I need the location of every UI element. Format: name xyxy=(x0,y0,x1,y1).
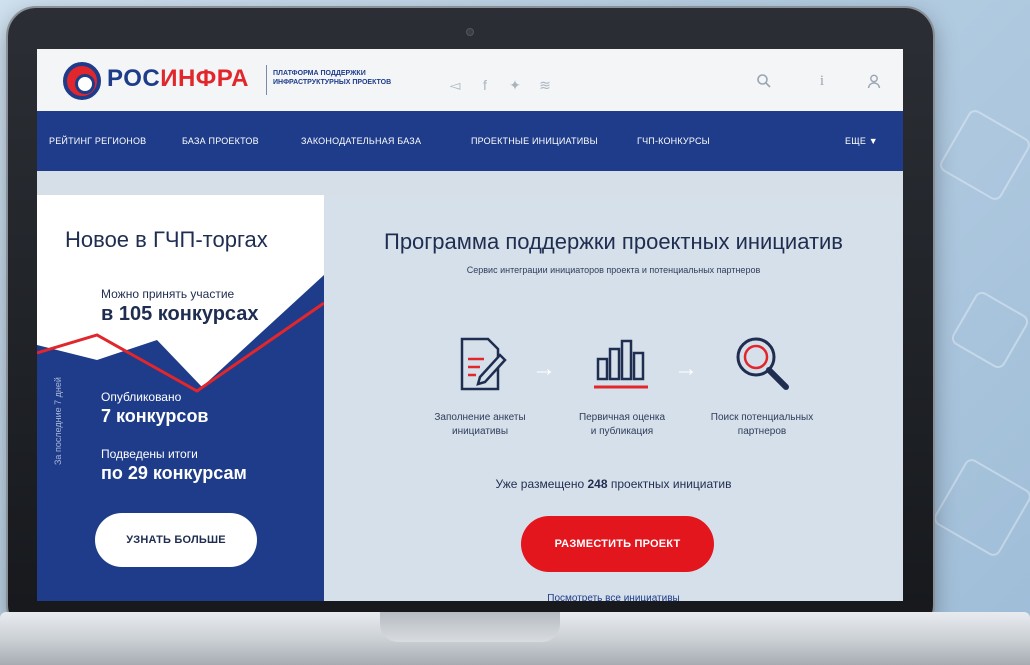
facebook-icon[interactable]: f xyxy=(477,77,493,94)
can-join-value: в 105 конкурсах xyxy=(101,303,259,325)
background-hexagon xyxy=(949,289,1030,371)
initiatives-panel: Программа поддержки проектных инициатив … xyxy=(324,195,903,601)
site-header: РОСИНФРА ПЛАТФОРМА ПОДДЕРЖКИ ИНФРАСТРУКТ… xyxy=(37,49,903,111)
posted-count-text: Уже размещено 248 проектных инициатив xyxy=(324,477,903,491)
logo-mark-icon[interactable] xyxy=(63,62,101,100)
panel-title: Новое в ГЧП-торгах xyxy=(65,227,268,252)
step-label-line: Поиск потенциальных xyxy=(710,412,814,423)
form-edit-icon xyxy=(450,333,510,393)
step-label-line: Заполнение анкеты xyxy=(434,412,526,423)
search-icon[interactable] xyxy=(755,73,773,91)
twitter-icon[interactable]: ✦ xyxy=(507,77,523,94)
logo-subtitle-line1: ПЛАТФОРМА ПОДДЕРЖКИ xyxy=(273,70,366,77)
step-label-evaluation: Первичная оценка и публикация xyxy=(552,411,692,439)
nav-item-ppp-tenders[interactable]: ГЧП-КОНКУРСЫ xyxy=(637,136,710,146)
background-hexagon xyxy=(937,107,1030,203)
initiatives-title: Программа поддержки проектных инициатив xyxy=(384,229,843,254)
nav-more-button[interactable]: ЕЩЕ ▼ xyxy=(845,136,878,146)
posted-suffix: проектных инициатив xyxy=(610,477,732,491)
ppp-tenders-panel: Новое в ГЧП-торгах Можно принять участие… xyxy=(37,195,324,601)
nav-item-regions-rating[interactable]: РЕЙТИНГ РЕГИОНОВ xyxy=(49,136,146,146)
published-value: 7 конкурсов xyxy=(101,406,209,426)
triangle-down-icon: ▼ xyxy=(868,136,878,146)
logo-subtitle-line2: ИНФРАСТРУКТУРНЫХ ПРОЕКТОВ xyxy=(273,79,392,86)
logo-text-part-a: РОС xyxy=(107,65,161,92)
results-value: по 29 конкурсам xyxy=(101,463,247,483)
bar-chart-icon xyxy=(592,333,652,393)
background-hexagon xyxy=(931,456,1030,559)
published-label: Опубликовано xyxy=(101,390,182,404)
can-join-label: Можно принять участие xyxy=(101,287,235,301)
laptop-notch xyxy=(380,612,560,642)
main-nav: РЕЙТИНГ РЕГИОНОВ БАЗА ПРОЕКТОВ ЗАКОНОДАТ… xyxy=(37,111,903,171)
step-label-partners: Поиск потенциальных партнеров xyxy=(692,411,832,439)
magnifier-icon xyxy=(732,333,792,393)
rss-icon[interactable]: ≋ xyxy=(537,77,553,94)
logo-divider xyxy=(266,65,267,95)
nav-more-label: ЕЩЕ xyxy=(845,136,867,146)
nav-item-projects-base[interactable]: БАЗА ПРОЕКТОВ xyxy=(182,136,259,146)
step-label-fill-form: Заполнение анкеты инициативы xyxy=(410,411,550,439)
step-label-line: инициативы xyxy=(451,426,508,437)
posted-prefix: Уже размещено xyxy=(495,477,585,491)
initiatives-subtitle: Сервис интеграции инициаторов проекта и … xyxy=(466,265,761,275)
period-label: За последние 7 дней xyxy=(53,377,63,465)
arrow-right-icon: → xyxy=(674,355,698,382)
learn-more-button[interactable]: УЗНАТЬ БОЛЬШЕ xyxy=(95,513,257,567)
nav-item-legislation[interactable]: ЗАКОНОДАТЕЛЬНАЯ БАЗА xyxy=(301,136,421,146)
posted-count: 248 xyxy=(587,477,608,491)
step-label-line: партнеров xyxy=(737,426,787,437)
laptop-screen: РОСИНФРА ПЛАТФОРМА ПОДДЕРЖКИ ИНФРАСТРУКТ… xyxy=(37,49,903,601)
info-icon[interactable]: i xyxy=(813,73,831,91)
nav-item-initiatives[interactable]: ПРОЕКТНЫЕ ИНИЦИАТИВЫ xyxy=(471,136,598,146)
step-label-line: и публикация xyxy=(590,426,654,437)
telegram-icon[interactable]: ◅ xyxy=(447,77,463,94)
arrow-right-icon: → xyxy=(532,355,556,382)
logo-subtitle: ПЛАТФОРМА ПОДДЕРЖКИ ИНФРАСТРУКТУРНЫХ ПРО… xyxy=(273,69,433,87)
step-label-line: Первичная оценка xyxy=(578,412,666,423)
logo-text[interactable]: РОСИНФРА xyxy=(107,65,249,93)
results-label: Подведены итоги xyxy=(101,447,198,461)
logo-text-part-b: ИНФРА xyxy=(160,65,249,92)
place-project-button[interactable]: РАЗМЕСТИТЬ ПРОЕКТ xyxy=(521,516,714,572)
camera-dot xyxy=(466,28,474,36)
divider-strip xyxy=(37,171,903,195)
view-all-link[interactable]: Посмотреть все инициативы xyxy=(324,593,903,601)
social-links: ◅ f ✦ ≋ xyxy=(447,77,553,94)
user-icon[interactable] xyxy=(865,73,883,91)
